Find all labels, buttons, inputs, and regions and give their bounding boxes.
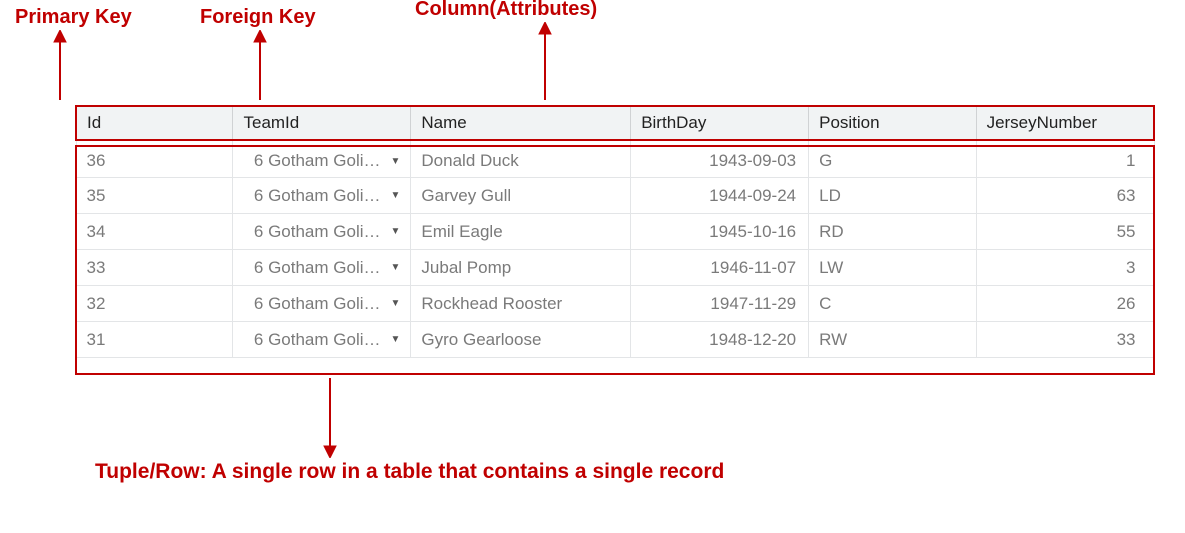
cell-position[interactable]: G bbox=[809, 140, 976, 178]
cell-position[interactable]: LD bbox=[809, 178, 976, 214]
header-position[interactable]: Position bbox=[809, 106, 976, 140]
cell-name[interactable]: Gyro Gearloose bbox=[411, 322, 631, 358]
cell-birthday[interactable]: 1947-11-29 bbox=[631, 286, 809, 322]
teamid-text: 6 Gotham Goli… bbox=[243, 186, 380, 206]
cell-teamid[interactable]: 6 Gotham Goli… ▼ bbox=[233, 140, 411, 178]
chevron-down-icon[interactable]: ▼ bbox=[385, 334, 401, 345]
header-teamid[interactable]: TeamId bbox=[233, 106, 411, 140]
arrow-primary-key bbox=[50, 30, 70, 106]
cell-teamid[interactable]: 6 Gotham Goli… ▼ bbox=[233, 250, 411, 286]
cell-birthday[interactable]: 1945-10-16 bbox=[631, 214, 809, 250]
cell-teamid[interactable]: 6 Gotham Goli… ▼ bbox=[233, 322, 411, 358]
chevron-down-icon[interactable]: ▼ bbox=[385, 298, 401, 309]
cell-jersey[interactable]: 1 bbox=[976, 140, 1154, 178]
chevron-down-icon[interactable]: ▼ bbox=[385, 226, 401, 237]
header-birthday[interactable]: BirthDay bbox=[631, 106, 809, 140]
cell-name[interactable]: Garvey Gull bbox=[411, 178, 631, 214]
cell-jersey[interactable]: 3 bbox=[976, 250, 1154, 286]
table-row[interactable]: 36 6 Gotham Goli… ▼ Donald Duck1943-09-03G1 bbox=[76, 140, 1154, 178]
table-row[interactable]: 35 6 Gotham Goli… ▼ Garvey Gull1944-09-24LD… bbox=[76, 178, 1154, 214]
cell-position[interactable]: LW bbox=[809, 250, 976, 286]
cell-id[interactable]: 33 bbox=[76, 250, 233, 286]
cell-id[interactable]: 32 bbox=[76, 286, 233, 322]
cell-name[interactable]: Jubal Pomp bbox=[411, 250, 631, 286]
cell-position[interactable]: C bbox=[809, 286, 976, 322]
cell-jersey[interactable]: 26 bbox=[976, 286, 1154, 322]
cell-id[interactable]: 31 bbox=[76, 322, 233, 358]
teamid-text: 6 Gotham Goli… bbox=[243, 330, 380, 350]
cell-id[interactable]: 36 bbox=[76, 140, 233, 178]
teamid-text: 6 Gotham Goli… bbox=[243, 151, 380, 171]
cell-birthday[interactable]: 1948-12-20 bbox=[631, 322, 809, 358]
arrow-column-attributes bbox=[535, 22, 555, 107]
cell-position[interactable]: RD bbox=[809, 214, 976, 250]
chevron-down-icon[interactable]: ▼ bbox=[385, 190, 401, 201]
cell-position[interactable]: RW bbox=[809, 322, 976, 358]
arrow-foreign-key bbox=[250, 30, 270, 106]
table-row[interactable]: 34 6 Gotham Goli… ▼ Emil Eagle1945-10-16RD5… bbox=[76, 214, 1154, 250]
annotation-foreign-key: Foreign Key bbox=[200, 6, 316, 29]
cell-jersey[interactable]: 33 bbox=[976, 322, 1154, 358]
cell-id[interactable]: 35 bbox=[76, 178, 233, 214]
teamid-text: 6 Gotham Goli… bbox=[243, 222, 380, 242]
cell-teamid[interactable]: 6 Gotham Goli… ▼ bbox=[233, 178, 411, 214]
annotation-primary-key: Primary Key bbox=[15, 6, 132, 29]
cell-birthday[interactable]: 1943-09-03 bbox=[631, 140, 809, 178]
header-id[interactable]: Id bbox=[76, 106, 233, 140]
cell-birthday[interactable]: 1944-09-24 bbox=[631, 178, 809, 214]
teamid-text: 6 Gotham Goli… bbox=[243, 258, 380, 278]
teamid-text: 6 Gotham Goli… bbox=[243, 294, 380, 314]
cell-jersey[interactable]: 63 bbox=[976, 178, 1154, 214]
table-row[interactable]: 32 6 Gotham Goli… ▼ Rockhead Rooster1947-11… bbox=[76, 286, 1154, 322]
chevron-down-icon[interactable]: ▼ bbox=[385, 262, 401, 273]
table-row[interactable]: 33 6 Gotham Goli… ▼ Jubal Pomp1946-11-07LW3 bbox=[76, 250, 1154, 286]
header-jersey[interactable]: JerseyNumber bbox=[976, 106, 1154, 140]
cell-teamid[interactable]: 6 Gotham Goli… ▼ bbox=[233, 214, 411, 250]
header-name[interactable]: Name bbox=[411, 106, 631, 140]
data-table-container: Id TeamId Name BirthDay Position JerseyN… bbox=[75, 105, 1155, 358]
data-table: Id TeamId Name BirthDay Position JerseyN… bbox=[75, 105, 1155, 358]
annotation-tuple-row: Tuple/Row: A single row in a table that … bbox=[95, 460, 724, 484]
cell-birthday[interactable]: 1946-11-07 bbox=[631, 250, 809, 286]
table-header-row: Id TeamId Name BirthDay Position JerseyN… bbox=[76, 106, 1154, 140]
cell-id[interactable]: 34 bbox=[76, 214, 233, 250]
arrow-tuple-row bbox=[320, 378, 340, 458]
cell-name[interactable]: Rockhead Rooster bbox=[411, 286, 631, 322]
cell-teamid[interactable]: 6 Gotham Goli… ▼ bbox=[233, 286, 411, 322]
chevron-down-icon[interactable]: ▼ bbox=[385, 156, 401, 167]
table-row[interactable]: 31 6 Gotham Goli… ▼ Gyro Gearloose1948-12-2… bbox=[76, 322, 1154, 358]
cell-name[interactable]: Emil Eagle bbox=[411, 214, 631, 250]
cell-jersey[interactable]: 55 bbox=[976, 214, 1154, 250]
cell-name[interactable]: Donald Duck bbox=[411, 140, 631, 178]
annotation-column-attributes: Column(Attributes) bbox=[415, 0, 597, 21]
